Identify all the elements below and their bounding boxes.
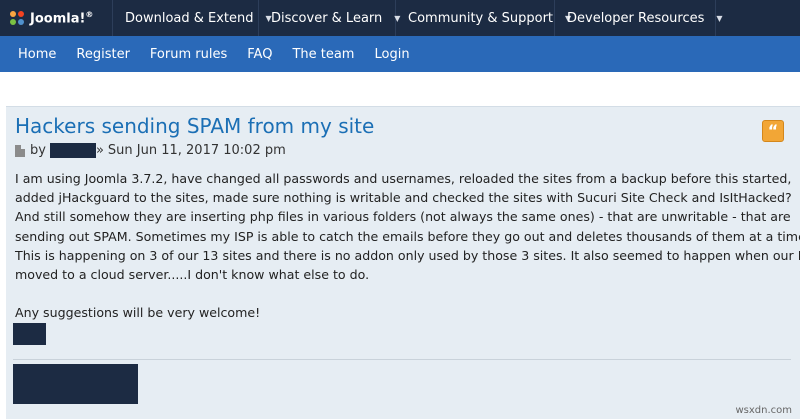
menu-label: Developer Resources: [567, 10, 705, 26]
post-body-line: added jHackguard to the sites, made sure…: [15, 190, 792, 206]
nav-login[interactable]: Login: [374, 47, 409, 62]
joomla-logo-text: Joomla!®: [30, 9, 94, 27]
author-redacted: [49, 143, 96, 158]
top-navigation-bar: Joomla!® Download & Extend ▼ Discover & …: [0, 0, 800, 36]
joomla-logo[interactable]: Joomla!®: [0, 0, 113, 36]
menu-community-support[interactable]: Community & Support ▼: [396, 0, 571, 36]
date-separator: »: [95, 143, 104, 158]
menu-label: Discover & Learn: [271, 10, 383, 26]
post-body: I am using Joomla 3.7.2, have changed al…: [15, 169, 800, 322]
joomla-logo-icon: [10, 11, 24, 25]
menu-download-extend[interactable]: Download & Extend ▼: [113, 0, 272, 36]
redacted-block: [13, 323, 46, 345]
signature-divider: [13, 359, 791, 360]
forum-navigation-bar: Home Register Forum rules FAQ The team L…: [0, 36, 800, 72]
menu-label: Download & Extend: [125, 10, 254, 26]
post-icon[interactable]: [15, 144, 25, 157]
post-body-line: And still somehow they are inserting php…: [15, 209, 791, 225]
post-by-label: by: [30, 143, 46, 158]
nav-the-team[interactable]: The team: [292, 47, 354, 62]
post-title[interactable]: Hackers sending SPAM from my site: [15, 114, 374, 138]
nav-forum-rules[interactable]: Forum rules: [150, 47, 227, 62]
nav-faq[interactable]: FAQ: [247, 47, 272, 62]
post-body-line: This is happening on 3 of our 13 sites a…: [15, 247, 800, 263]
watermark-text: wsxdn.com: [735, 405, 792, 416]
signature-redacted: [13, 364, 138, 404]
post-closing: Any suggestions will be very welcome!: [15, 305, 261, 321]
post-meta: by » Sun Jun 11, 2017 10:02 pm: [15, 143, 286, 158]
nav-home[interactable]: Home: [18, 47, 56, 62]
forum-post: Hackers sending SPAM from my site “ by »…: [6, 106, 800, 419]
post-body-line: sending out SPAM. Sometimes my ISP is ab…: [15, 228, 800, 244]
menu-label: Community & Support: [408, 10, 554, 26]
menu-developer-resources[interactable]: Developer Resources ▼: [555, 0, 723, 36]
post-body-line: moved to a cloud server.....I don't know…: [15, 267, 370, 283]
menu-discover-learn[interactable]: Discover & Learn ▼: [259, 0, 400, 36]
post-date: Sun Jun 11, 2017 10:02 pm: [107, 143, 286, 158]
quote-button[interactable]: “: [762, 120, 784, 142]
chevron-down-icon: ▼: [716, 13, 723, 23]
nav-register[interactable]: Register: [76, 47, 130, 62]
post-body-line: I am using Joomla 3.7.2, have changed al…: [15, 171, 792, 186]
